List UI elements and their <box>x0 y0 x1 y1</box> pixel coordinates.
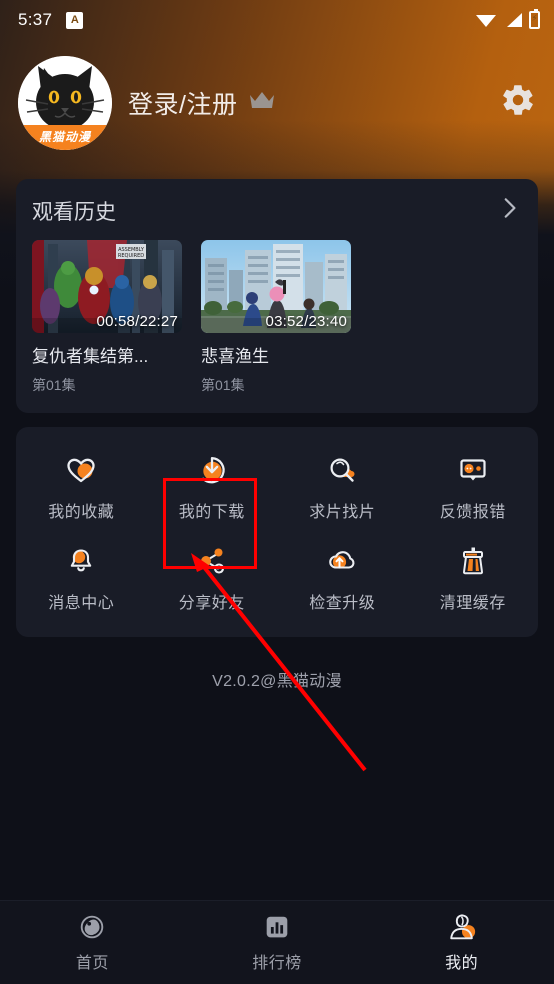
history-progress-time: 03:52/23:40 <box>265 313 347 330</box>
cloud-upload-icon <box>326 544 358 578</box>
bell-icon <box>65 544 97 578</box>
status-bar: 5:37 A <box>0 0 554 40</box>
menu-item-check-update[interactable]: 检查升级 <box>277 530 408 621</box>
menu-item-request-video[interactable]: 求片找片 <box>277 439 408 530</box>
watch-history-title: 观看历史 <box>32 200 116 224</box>
status-icons <box>476 9 540 29</box>
chevron-right-icon[interactable] <box>496 195 522 226</box>
download-icon <box>196 453 228 487</box>
search-request-icon <box>326 453 358 487</box>
menu-item-label: 我的下载 <box>178 504 245 521</box>
avatar-brand-banner: 黑猫动漫 <box>18 124 112 150</box>
feedback-icon <box>457 453 489 487</box>
history-item-title: 复仇者集结第... <box>32 347 149 366</box>
bottom-navigation: 首页 排行榜 我的 <box>0 900 554 984</box>
menu-item-favorites[interactable]: 我的收藏 <box>16 439 147 530</box>
history-progress-time: 00:58/22:27 <box>96 313 178 330</box>
crown-icon <box>249 90 275 115</box>
login-register-button[interactable]: 登录/注册 <box>128 85 275 121</box>
notification-badge-icon: A <box>66 11 84 29</box>
history-thumbnail[interactable]: ASSEMBLY REQUIRED 00:58/22:27 <box>32 240 182 333</box>
history-item-episode: 第01集 <box>32 377 76 393</box>
wifi-icon <box>476 12 497 28</box>
profile-header: 黑猫动漫 登录/注册 <box>0 40 554 165</box>
nav-item-profile[interactable]: 我的 <box>369 912 554 973</box>
chart-rank-icon <box>266 916 288 938</box>
heart-icon <box>65 453 97 487</box>
nav-item-label: 排行榜 <box>252 955 302 972</box>
status-clock: 5:37 <box>18 10 53 29</box>
list-item[interactable]: 03:52/23:40 悲喜渔生 第01集 <box>201 240 351 395</box>
avatar[interactable]: 黑猫动漫 <box>18 55 112 150</box>
menu-item-label: 消息中心 <box>48 595 115 612</box>
menu-item-downloads[interactable]: 我的下载 <box>147 439 278 530</box>
history-item-title: 悲喜渔生 <box>201 347 269 366</box>
menu-item-label: 我的收藏 <box>48 504 115 521</box>
history-thumbnail[interactable]: 03:52/23:40 <box>201 240 351 333</box>
login-register-label: 登录/注册 <box>128 90 238 119</box>
menu-grid-card: 我的收藏 我的下载 求片找片 反馈报错 消息中心 分享好友 检查升级 清理缓存 <box>16 427 538 637</box>
nav-item-label: 我的 <box>445 955 479 972</box>
menu-item-label: 清理缓存 <box>439 595 506 612</box>
watch-history-list: ASSEMBLY REQUIRED 00:58/22:27 复仇者集结第... … <box>32 240 522 395</box>
menu-item-label: 求片找片 <box>309 504 376 521</box>
svg-text:REQUIRED: REQUIRED <box>118 253 144 259</box>
menu-row-1: 我的收藏 我的下载 求片找片 反馈报错 <box>16 439 538 530</box>
menu-item-clear-cache[interactable]: 清理缓存 <box>408 530 539 621</box>
gear-icon <box>503 85 533 115</box>
broom-icon <box>457 544 489 578</box>
settings-button[interactable] <box>500 82 536 123</box>
menu-item-feedback[interactable]: 反馈报错 <box>408 439 539 530</box>
menu-item-message-center[interactable]: 消息中心 <box>16 530 147 621</box>
menu-item-share[interactable]: 分享好友 <box>147 530 278 621</box>
menu-item-label: 分享好友 <box>178 595 245 612</box>
nav-item-home[interactable]: 首页 <box>0 912 185 973</box>
signal-icon <box>504 12 522 28</box>
nav-item-ranking[interactable]: 排行榜 <box>185 912 370 973</box>
menu-row-2: 消息中心 分享好友 检查升级 清理缓存 <box>16 530 538 621</box>
menu-item-label: 反馈报错 <box>439 504 506 521</box>
share-icon <box>196 544 228 578</box>
battery-charging-icon <box>529 9 540 29</box>
watch-history-header[interactable]: 观看历史 <box>32 195 522 226</box>
menu-item-label: 检查升级 <box>309 595 376 612</box>
app-version-label: V2.0.2@黑猫动漫 <box>212 673 342 690</box>
watch-history-card: 观看历史 ASSEMBLY REQUIRED 00:58/22:27 复仇者集结… <box>16 179 538 413</box>
list-item[interactable]: ASSEMBLY REQUIRED 00:58/22:27 复仇者集结第... … <box>32 240 182 395</box>
nav-item-label: 首页 <box>75 955 109 972</box>
home-cat-icon <box>81 915 104 939</box>
history-item-episode: 第01集 <box>201 377 245 393</box>
user-profile-icon <box>449 914 475 940</box>
